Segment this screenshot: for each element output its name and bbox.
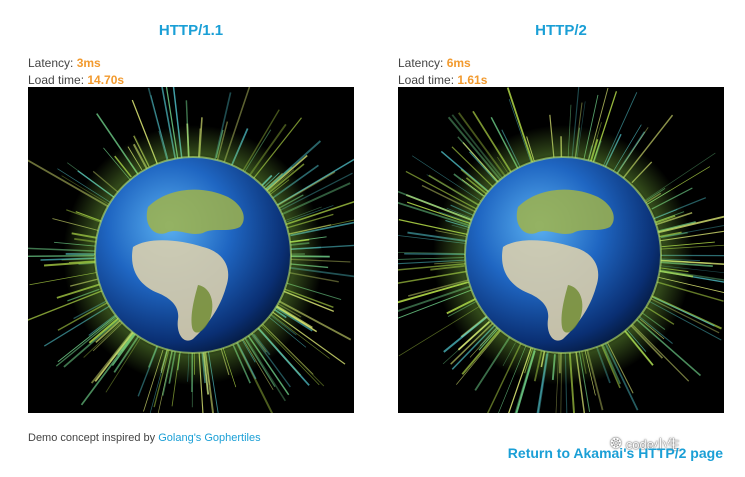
http2-globe-image: [398, 87, 724, 413]
load-time-label: Load time:: [28, 73, 88, 87]
http1-stats: Latency: 3ms Load time: 14.70s: [28, 55, 124, 89]
gophertiles-link[interactable]: Golang's Gophertiles: [158, 432, 260, 444]
latency-value: 3ms: [76, 56, 101, 70]
http1-title: HTTP/1.1: [158, 22, 224, 39]
globe-tiles-image: [28, 87, 354, 413]
load-time-label: Load time:: [398, 73, 458, 87]
globe-tiles-image: [398, 87, 724, 413]
return-to-akamai-link[interactable]: Return to Akamai's HTTP/2 page: [508, 445, 723, 461]
credit-text: Demo concept inspired by Golang's Gopher…: [28, 432, 261, 444]
latency-value: 6ms: [446, 56, 471, 70]
http2-latency: Latency: 6ms: [398, 55, 487, 72]
latency-label: Latency:: [398, 56, 447, 70]
http2-title: HTTP/2: [535, 22, 587, 39]
latency-label: Latency:: [28, 56, 77, 70]
credit-prefix: Demo concept inspired by: [28, 432, 159, 444]
http1-globe-image: [28, 87, 354, 413]
http1-latency: Latency: 3ms: [28, 55, 124, 72]
http2-stats: Latency: 6ms Load time: 1.61s: [398, 55, 487, 89]
load-time-value: 1.61s: [457, 73, 488, 87]
load-time-value: 14.70s: [87, 73, 125, 87]
